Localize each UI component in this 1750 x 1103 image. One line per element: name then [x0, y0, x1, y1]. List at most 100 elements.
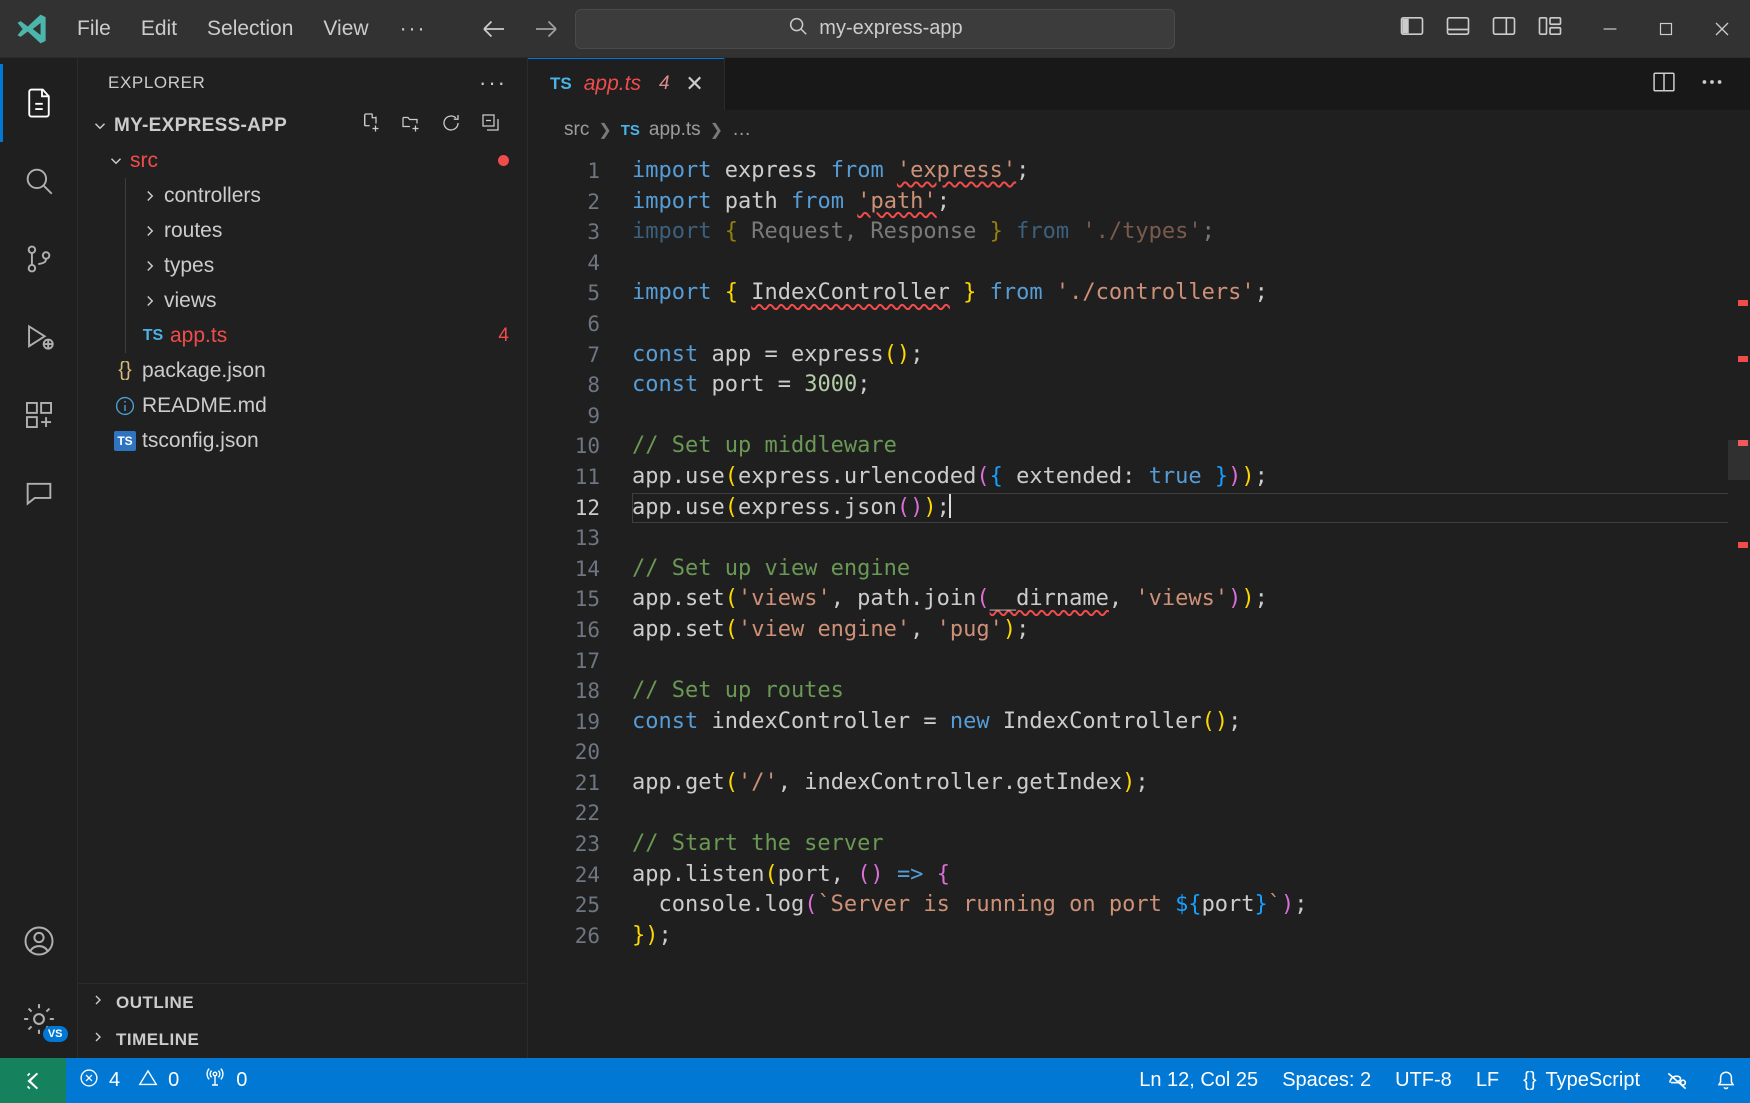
- account-icon[interactable]: [0, 902, 78, 980]
- maximize-button[interactable]: [1638, 0, 1694, 58]
- code-line[interactable]: const port = 3000;: [632, 370, 1750, 401]
- command-center[interactable]: my-express-app: [575, 8, 1175, 49]
- overview-ruler[interactable]: [1728, 150, 1750, 1058]
- sidebar-item-source-control[interactable]: [0, 220, 78, 298]
- new-folder-icon[interactable]: [399, 111, 423, 141]
- tree-item-types[interactable]: types: [78, 248, 527, 283]
- code-content[interactable]: import express from 'express'; import pat…: [610, 150, 1750, 1058]
- code-line[interactable]: // Set up routes: [632, 676, 1750, 707]
- bell-icon[interactable]: [1702, 1058, 1750, 1103]
- code-token: (: [764, 861, 778, 887]
- code-line[interactable]: app.listen(port, () => {: [632, 860, 1750, 891]
- code-line[interactable]: [632, 309, 1750, 340]
- panel-outline[interactable]: OUTLINE: [78, 984, 527, 1021]
- gear-icon[interactable]: VS: [0, 980, 78, 1058]
- menu-selection[interactable]: Selection: [192, 12, 308, 46]
- menu-file[interactable]: File: [62, 12, 126, 46]
- more-actions-icon[interactable]: [1698, 68, 1726, 101]
- breadcrumb-symbols[interactable]: …: [732, 119, 751, 141]
- editor-position[interactable]: Ln 12, Col 25: [1127, 1058, 1270, 1103]
- editor-tab-bar: TS app.ts 4 ✕: [528, 58, 1750, 110]
- code-line[interactable]: // Set up middleware: [632, 431, 1750, 462]
- editor-encoding[interactable]: UTF-8: [1383, 1058, 1464, 1103]
- code-line[interactable]: [632, 737, 1750, 768]
- code-line[interactable]: const indexController = new IndexControl…: [632, 707, 1750, 738]
- menu-overflow-icon[interactable]: ···: [384, 15, 443, 43]
- error-marker[interactable]: [1738, 300, 1748, 306]
- code-line[interactable]: import { IndexController } from './contr…: [632, 278, 1750, 309]
- prettier-disabled-icon[interactable]: [1652, 1058, 1702, 1103]
- refresh-icon[interactable]: [439, 111, 463, 141]
- sidebar-item-extensions[interactable]: [0, 376, 78, 454]
- code-line[interactable]: });: [632, 921, 1750, 952]
- breadcrumb-src[interactable]: src: [564, 119, 589, 141]
- code-line[interactable]: [632, 646, 1750, 677]
- code-line[interactable]: app.use(express.json());: [632, 493, 1750, 524]
- code-line[interactable]: // Start the server: [632, 829, 1750, 860]
- code-line[interactable]: [632, 798, 1750, 829]
- split-editor-icon[interactable]: [1650, 68, 1678, 101]
- toggle-secondary-sidebar-icon[interactable]: [1490, 12, 1518, 45]
- tree-item-controllers[interactable]: controllers: [78, 178, 527, 213]
- sidebar-item-run-and-debug[interactable]: [0, 298, 78, 376]
- breadcrumb-file[interactable]: app.ts: [649, 119, 701, 141]
- sidebar-item-explorer[interactable]: [0, 64, 78, 142]
- toggle-panel-icon[interactable]: [1444, 12, 1472, 45]
- tree-item-tsconfig-json[interactable]: TS tsconfig.json: [78, 423, 527, 458]
- close-icon[interactable]: ✕: [682, 71, 708, 97]
- editor-language[interactable]: {} TypeScript: [1511, 1058, 1652, 1103]
- sidebar-item-chat[interactable]: [0, 454, 78, 532]
- code-line[interactable]: import express from 'express';: [632, 156, 1750, 187]
- ports-status[interactable]: 0: [191, 1058, 259, 1103]
- editor-indentation[interactable]: Spaces: 2: [1270, 1058, 1383, 1103]
- code-line[interactable]: [632, 401, 1750, 432]
- tree-item-routes[interactable]: routes: [78, 213, 527, 248]
- typescript-file-icon: TS: [620, 121, 640, 139]
- minimize-button[interactable]: [1582, 0, 1638, 58]
- code-token: from: [989, 280, 1043, 306]
- problems-status[interactable]: 4 0: [66, 1058, 191, 1103]
- code-line[interactable]: import { Request, Response } from './typ…: [632, 217, 1750, 248]
- menu-edit[interactable]: Edit: [126, 12, 192, 46]
- code-line[interactable]: app.get('/', indexController.getIndex);: [632, 768, 1750, 799]
- search-icon: [787, 15, 809, 43]
- sidebar-more-actions-icon[interactable]: ···: [469, 70, 517, 96]
- error-marker[interactable]: [1738, 356, 1748, 362]
- code-line[interactable]: import path from 'path';: [632, 187, 1750, 218]
- code-line[interactable]: [632, 523, 1750, 554]
- back-arrow-icon[interactable]: [479, 14, 509, 44]
- code-line[interactable]: [632, 248, 1750, 279]
- code-line[interactable]: app.use(express.urlencoded({ extended: t…: [632, 462, 1750, 493]
- error-marker[interactable]: [1738, 542, 1748, 548]
- line-number: 20: [574, 740, 600, 765]
- code-editor[interactable]: 1 2 3 4 5 6 7 8 9 10 11 12 13 14 15 16 17 18 19 20 21 22 23 24 2…: [528, 150, 1750, 1058]
- tree-item-views[interactable]: views: [78, 283, 527, 318]
- toggle-primary-sidebar-icon[interactable]: [1398, 12, 1426, 45]
- tree-item-package-json[interactable]: {} package.json: [78, 353, 527, 388]
- panel-timeline[interactable]: TIMELINE: [78, 1021, 527, 1058]
- tree-item-readme-md[interactable]: README.md: [78, 388, 527, 423]
- sidebar-item-search[interactable]: [0, 142, 78, 220]
- code-line[interactable]: // Set up view engine: [632, 554, 1750, 585]
- forward-arrow-icon[interactable]: [531, 14, 561, 44]
- code-line[interactable]: app.set('view engine', 'pug');: [632, 615, 1750, 646]
- tree-item-app-ts[interactable]: TS app.ts 4: [78, 318, 527, 353]
- tree-root-my-express-app[interactable]: MY-EXPRESS-APP: [78, 108, 527, 143]
- tab-app-ts[interactable]: TS app.ts 4 ✕: [528, 58, 725, 110]
- new-file-icon[interactable]: [359, 111, 383, 141]
- code-line[interactable]: const app = express();: [632, 340, 1750, 371]
- collapse-all-icon[interactable]: [479, 111, 503, 141]
- chevron-right-icon: [136, 187, 164, 205]
- tree-item-src[interactable]: src: [78, 143, 527, 178]
- close-button[interactable]: [1694, 0, 1750, 58]
- code-line[interactable]: app.set('views', path.join(__dirname, 'v…: [632, 584, 1750, 615]
- code-line[interactable]: console.log(`Server is running on port $…: [632, 890, 1750, 921]
- remote-window-indicator[interactable]: [0, 1058, 66, 1103]
- code-token: ): [1241, 463, 1255, 489]
- customize-layout-icon[interactable]: [1536, 12, 1564, 45]
- editor-eol[interactable]: LF: [1464, 1058, 1511, 1103]
- menu-view[interactable]: View: [308, 12, 383, 46]
- scrollbar-thumb[interactable]: [1728, 440, 1750, 480]
